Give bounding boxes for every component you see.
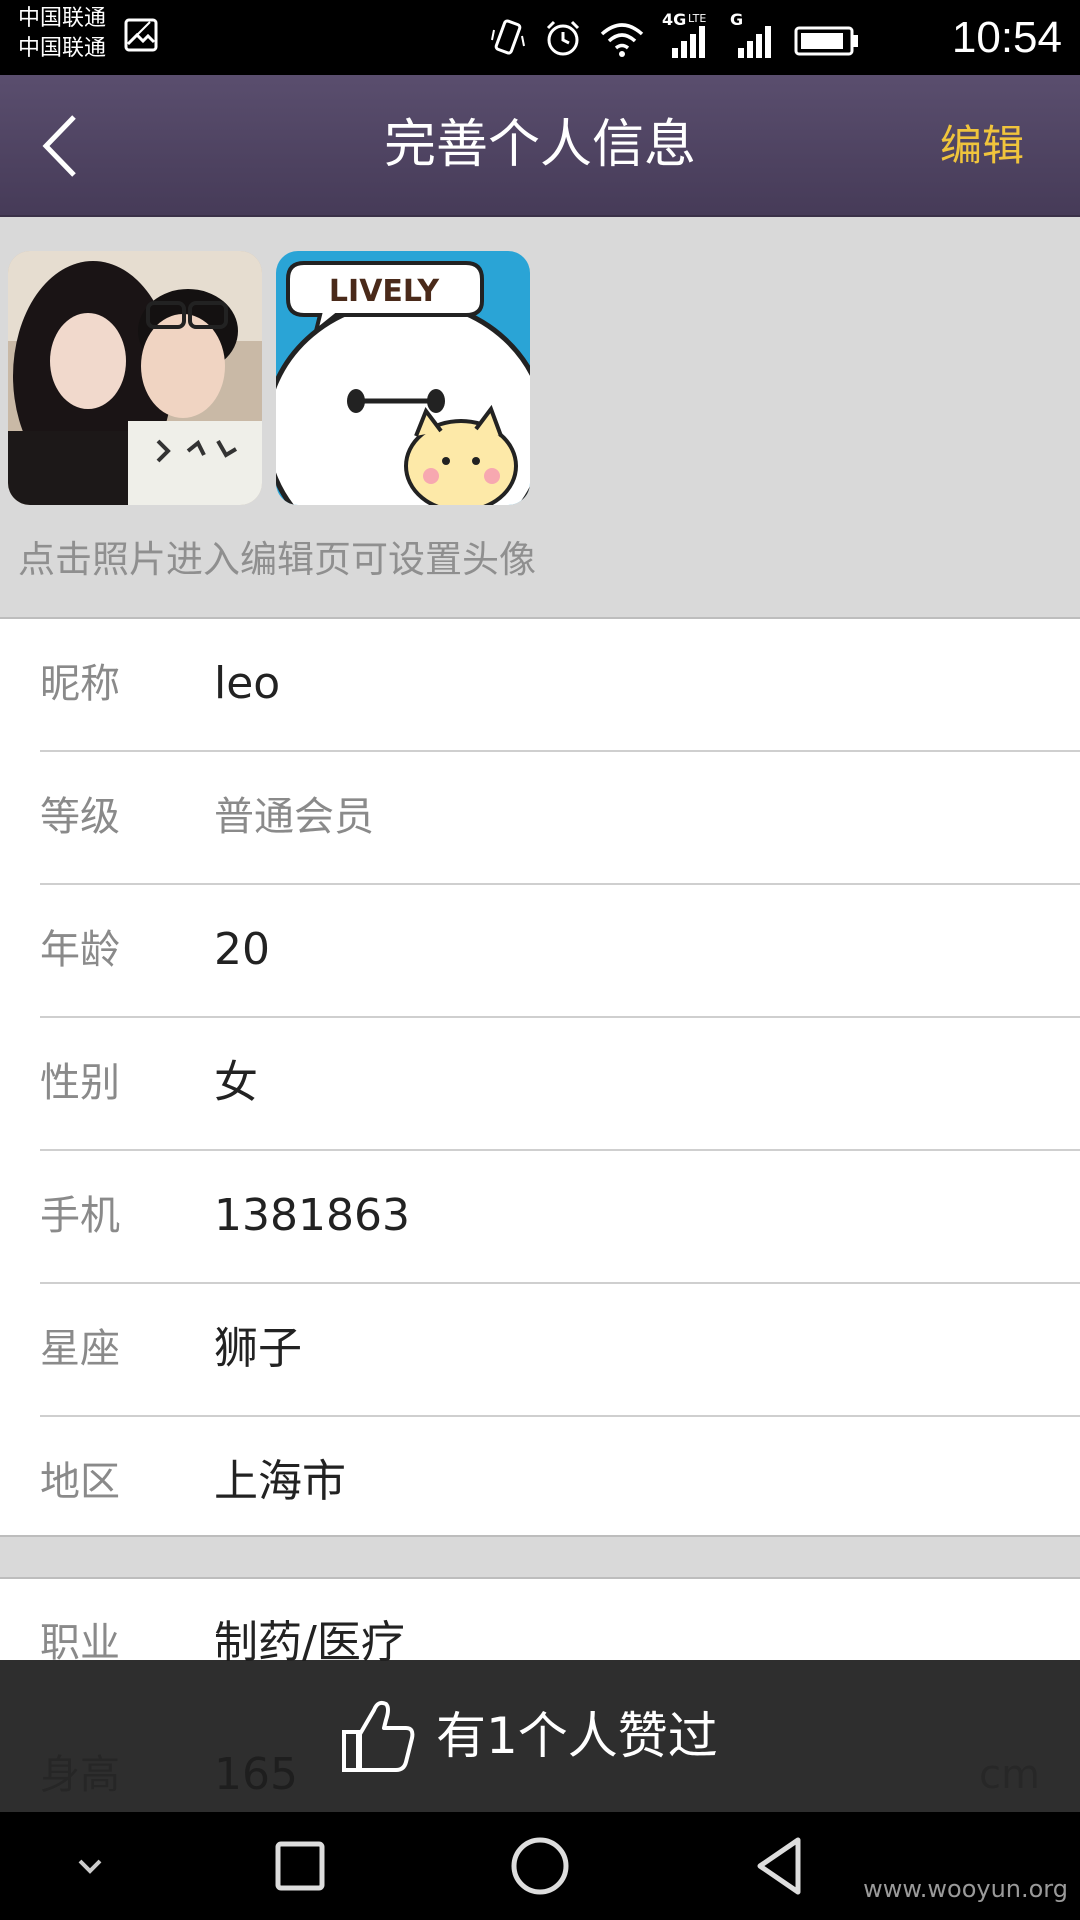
row-value: 1381863 <box>214 1190 410 1241</box>
photo-gallery: LIVELY 点击照片进入编辑页可设置头像 <box>0 217 1080 619</box>
redaction-blur <box>418 1191 548 1243</box>
clock: 10:54 <box>951 13 1062 62</box>
row-value: 20 <box>214 924 270 975</box>
photo-sticker-text: LIVELY <box>329 274 440 309</box>
hide-nav-button[interactable] <box>50 1834 130 1898</box>
info-row-level[interactable]: 等级 普通会员 <box>40 752 1080 885</box>
recent-apps-button[interactable] <box>260 1834 340 1898</box>
battery-icon <box>794 26 858 56</box>
info-row-zodiac[interactable]: 星座 狮子 <box>40 1284 1080 1417</box>
row-value: leo <box>214 658 281 709</box>
row-label: 地区 <box>40 1459 120 1505</box>
image-notification-icon <box>124 18 158 52</box>
watermark: www.wooyun.org <box>863 1875 1068 1903</box>
row-value: 狮子 <box>214 1323 302 1374</box>
row-value: 女 <box>214 1057 258 1108</box>
profile-info-list: 昵称 leo 等级 普通会员 年龄 20 性别 女 手机 1381863 星座 … <box>0 619 1080 1548</box>
vibrate-icon <box>491 19 525 55</box>
wifi-icon <box>600 23 644 57</box>
profile-photo[interactable]: LIVELY <box>276 251 530 505</box>
row-label: 星座 <box>40 1326 120 1372</box>
app-header: 完善个人信息 编辑 <box>0 75 1080 217</box>
info-row-gender[interactable]: 性别 女 <box>40 1018 1080 1151</box>
chevron-down-icon <box>78 1859 102 1874</box>
carrier-label: 中国联通 <box>18 6 107 31</box>
signal-4g-icon: 4G LTE <box>662 10 712 58</box>
status-bar: 中国联通 中国联通 4G LTE G 10:54 <box>0 0 1080 75</box>
thumbs-up-icon <box>342 1700 415 1772</box>
triangle-back-icon <box>757 1837 801 1895</box>
carrier-label: 中国联通 <box>18 36 107 61</box>
info-row-age[interactable]: 年龄 20 <box>40 885 1080 1018</box>
row-label: 等级 <box>40 794 120 840</box>
info-row-nickname[interactable]: 昵称 leo <box>40 619 1080 752</box>
row-label: 昵称 <box>40 661 120 707</box>
signal-g-icon: G <box>730 10 776 58</box>
row-label: 性别 <box>40 1060 120 1106</box>
home-button[interactable] <box>500 1834 580 1898</box>
page-title: 完善个人信息 <box>383 115 696 175</box>
alarm-icon <box>546 20 580 56</box>
row-label: 手机 <box>40 1193 120 1239</box>
profile-photo[interactable] <box>8 251 262 505</box>
system-nav-bar: www.wooyun.org <box>0 1812 1080 1920</box>
status-icons: 4G LTE G <box>490 10 860 58</box>
like-count-label: 有1个人赞过 <box>436 1707 718 1765</box>
row-label: 年龄 <box>40 927 120 973</box>
row-value: 普通会员 <box>214 794 374 840</box>
square-icon <box>275 1841 325 1891</box>
info-row-region[interactable]: 地区 上海市 <box>40 1417 1080 1548</box>
edit-button[interactable]: 编辑 <box>940 119 1024 173</box>
back-nav-button[interactable] <box>740 1834 820 1898</box>
section-divider <box>0 1535 1080 1579</box>
like-bar[interactable]: 有1个人赞过 <box>0 1660 1080 1812</box>
photo-hint: 点击照片进入编辑页可设置头像 <box>18 538 536 581</box>
info-row-phone[interactable]: 手机 1381863 <box>40 1151 1080 1284</box>
row-value: 上海市 <box>214 1456 346 1507</box>
circle-icon <box>511 1837 569 1895</box>
